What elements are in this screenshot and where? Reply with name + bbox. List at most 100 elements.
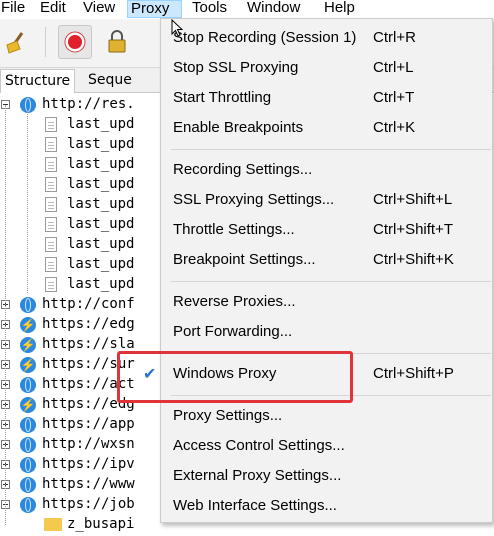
menu-item-label: Start Throttling [173,89,272,106]
mouse-cursor-icon [171,19,184,37]
menu-item-label: External Proxy Settings... [173,467,342,484]
tree-file-label: last_upd [67,276,135,292]
tree-host-label: http://conf [42,296,135,312]
toolbar-separator [45,27,46,57]
menu-item-shortcut: Ctrl+K [373,119,416,136]
menu-item-proxy-settings[interactable]: Proxy Settings... [161,403,492,433]
tree-file-label: last_upd [67,116,135,132]
globe-icon [20,457,36,473]
tree-host-label: http://res. [42,96,135,112]
document-icon [45,197,57,212]
document-icon [45,157,57,172]
globe-icon [20,417,36,433]
menu-item-shortcut: Ctrl+L [373,59,414,76]
document-icon [45,117,57,132]
menu-item-stop-ssl-proxying[interactable]: Stop SSL Proxying Ctrl+L [161,55,492,85]
menu-window[interactable]: Window [244,0,303,18]
tree-folder-label: z_busapi [67,516,135,532]
menu-item-label: Access Control Settings... [173,437,345,454]
tree-file-label: last_upd [67,196,135,212]
tree-file-label: last_upd [67,156,135,172]
menu-item-stop-recording-session-1[interactable]: Stop Recording (Session 1) Ctrl+R [161,25,492,55]
clear-session-button[interactable] [0,25,34,59]
menu-item-breakpoint-settings[interactable]: Breakpoint Settings... Ctrl+Shift+K [161,247,492,277]
menu-item-label: Stop SSL Proxying [173,59,299,76]
menu-item-label: Port Forwarding... [173,323,293,340]
menu-item-label: Enable Breakpoints [173,119,304,136]
tab-structure[interactable]: Structure [0,69,76,93]
menu-proxy[interactable]: Proxy [127,0,182,18]
menu-separator [171,281,491,282]
tree-host-label: https://app [42,416,135,432]
menu-item-shortcut: Ctrl+Shift+P [373,365,454,382]
ssl-proxy-button[interactable] [100,25,134,59]
menu-item-label: Reverse Proxies... [173,293,296,310]
menu-item-shortcut: Ctrl+T [373,89,415,106]
proxy-menu: Stop Recording (Session 1) Ctrl+R Stop SSL… [143,18,493,523]
menu-item-shortcut: Ctrl+Shift+L [373,191,453,208]
globe-icon [20,97,36,113]
document-icon [45,217,57,232]
tree-file-label: last_upd [67,176,135,192]
bolt-icon: ⚡ [20,397,36,413]
globe-icon [20,297,36,313]
tree-file-label: last_upd [67,256,135,272]
broom-icon [6,32,24,54]
menu-item-enable-breakpoints[interactable]: Enable Breakpoints Ctrl+K [161,115,492,145]
menu-item-shortcut: Ctrl+Shift+K [373,251,454,268]
menu-item-recording-settings[interactable]: Recording Settings... [161,157,492,187]
bolt-icon: ⚡ [20,317,36,333]
tree-file-label: last_upd [67,216,135,232]
menu-item-label: Recording Settings... [173,161,313,178]
menu-item-port-forwarding[interactable]: Port Forwarding... [161,319,492,349]
tab-sequence[interactable]: Seque [84,69,136,92]
tree-file-label: last_upd [67,136,135,152]
tree-host-label: https://job [42,496,135,512]
menu-item-web-interface-settings[interactable]: Web Interface Settings... [161,493,492,523]
menu-item-shortcut: Ctrl+R [373,29,416,46]
tree-guide-line [27,111,28,293]
tree-host-label: https://ipv [42,456,135,472]
menu-item-label: Proxy Settings... [173,407,283,424]
lock-icon [108,30,126,53]
menu-item-reverse-proxies[interactable]: Reverse Proxies... [161,289,492,319]
menu-item-start-throttling[interactable]: Start Throttling Ctrl+T [161,85,492,115]
document-icon [45,237,57,252]
globe-icon [20,497,36,513]
menu-item-access-control-settings[interactable]: Access Control Settings... [161,433,492,463]
globe-icon [20,377,36,393]
record-icon [64,31,86,53]
menu-tools[interactable]: Tools [189,0,230,18]
record-button[interactable] [58,25,92,59]
document-icon [45,277,57,292]
menu-bar: File Edit View Proxy Tools Window Help [0,0,494,18]
menu-help[interactable]: Help [321,0,358,18]
tree-guide-line [5,105,6,525]
menu-item-shortcut: Ctrl+Shift+T [373,221,454,238]
tree-host-label: https://edg [42,316,135,332]
menu-item-label: SSL Proxying Settings... [173,191,335,208]
highlight-annotation [117,351,353,403]
menu-item-label: Stop Recording (Session 1) [173,29,357,46]
tree-file-label: last_upd [67,236,135,252]
bolt-icon: ⚡ [20,357,36,373]
menu-file[interactable]: File [0,0,28,18]
tree-host-label: http://wxsn [42,436,135,452]
globe-icon [20,437,36,453]
document-icon [45,257,57,272]
document-icon [45,137,57,152]
menu-item-label: Breakpoint Settings... [173,251,316,268]
globe-icon [20,477,36,493]
menu-item-label: Throttle Settings... [173,221,295,238]
menu-item-ssl-proxying-settings[interactable]: SSL Proxying Settings... Ctrl+Shift+L [161,187,492,217]
tree-host-label: https://www [42,476,135,492]
folder-icon [44,518,62,531]
document-icon [45,177,57,192]
menu-view[interactable]: View [80,0,118,18]
menu-item-external-proxy-settings[interactable]: External Proxy Settings... [161,463,492,493]
bolt-icon: ⚡ [20,337,36,353]
tree-host-label: https://sla [42,336,135,352]
menu-edit[interactable]: Edit [37,0,69,18]
menu-item-throttle-settings[interactable]: Throttle Settings... Ctrl+Shift+T [161,217,492,247]
menu-separator [171,149,491,150]
